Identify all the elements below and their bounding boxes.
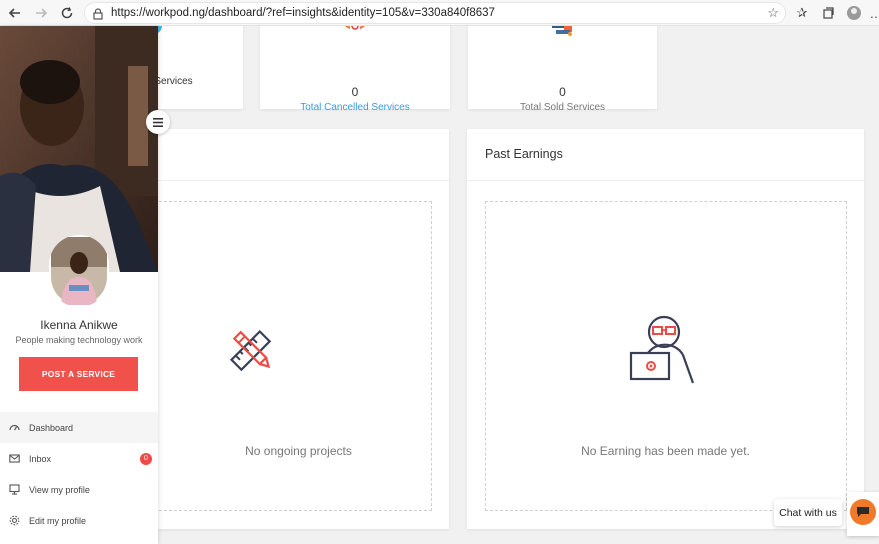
sidebar-item-edit-profile[interactable]: Edit my profile	[0, 505, 158, 536]
stat-card-sold: 0 Total Sold Services	[468, 26, 657, 113]
sidebar-item-dashboard[interactable]: Dashboard	[0, 412, 158, 443]
avatar[interactable]	[49, 235, 109, 307]
panel-title-earnings: Past Earnings	[485, 147, 563, 161]
more-menu-icon[interactable]: …	[866, 3, 879, 23]
stat-card-cancelled: 0 Total Cancelled Services	[260, 26, 450, 113]
user-name: Ikenna Anikwe	[40, 318, 118, 332]
profile-sidebar: Ikenna Anikwe People making technology w…	[0, 26, 170, 544]
chat-with-us-label[interactable]: Chat with us	[774, 499, 842, 526]
reload-icon[interactable]	[57, 3, 77, 23]
chat-launcher-button[interactable]	[847, 492, 879, 536]
stat-label-cancelled: Total Cancelled Services	[300, 102, 410, 113]
cancelled-icon	[345, 26, 365, 33]
dashboard-gauge-icon	[9, 424, 20, 431]
stat-label-sold: Total Sold Services	[519, 102, 606, 113]
forward-arrow-icon[interactable]	[31, 3, 51, 23]
empty-text-ongoing: No ongoing projects	[245, 444, 352, 458]
mail-icon	[9, 454, 20, 463]
user-tagline: People making technology work	[15, 335, 143, 345]
url-text: https://workpod.ng/dashboard/?ref=insigh…	[111, 7, 495, 19]
favorites-icon[interactable]: ✰	[792, 3, 812, 23]
panel-divider	[467, 180, 864, 181]
inbox-count-badge: 0	[140, 452, 152, 465]
monitor-icon	[9, 484, 20, 495]
ruler-pencil-icon	[229, 329, 272, 372]
panel-divider	[148, 180, 449, 181]
person-laptop-icon	[629, 315, 695, 384]
sidebar-item-label: View my profile	[29, 484, 90, 495]
empty-state-box	[154, 201, 432, 511]
stat-value-sold: 0	[559, 85, 566, 99]
collections-icon[interactable]	[818, 3, 838, 23]
profile-icon[interactable]	[844, 3, 864, 23]
lock-icon	[93, 8, 103, 20]
browser-toolbar: https://workpod.ng/dashboard/?ref=insigh…	[0, 0, 879, 26]
sold-icon	[552, 26, 572, 36]
stat-label-active: d Services	[146, 76, 193, 87]
sidebar-item-label: Inbox	[29, 453, 52, 464]
sidebar-toggle-button[interactable]	[146, 110, 170, 134]
post-service-button[interactable]: POST A SERVICE	[19, 357, 138, 391]
sidebar-item-view-profile[interactable]: View my profile	[0, 474, 158, 505]
back-arrow-icon[interactable]	[5, 3, 25, 23]
sidebar-item-label: Edit my profile	[29, 515, 87, 526]
ongoing-projects-panel: No ongoing projects	[148, 129, 449, 529]
hamburger-icon	[153, 117, 163, 127]
gear-icon	[9, 515, 20, 526]
chat-bubble-icon	[857, 507, 869, 517]
sidebar-item-label: Dashboard	[29, 422, 74, 433]
stat-card-active: d Services	[146, 26, 243, 109]
sidebar-item-inbox[interactable]: Inbox 0	[0, 443, 158, 474]
stat-value-cancelled: 0	[351, 85, 359, 99]
empty-text-earnings: No Earning has been made yet.	[581, 444, 750, 458]
address-bar[interactable]: https://workpod.ng/dashboard/?ref=insigh…	[84, 2, 786, 24]
past-earnings-panel: Past Earnings No Earning has been made y…	[467, 129, 864, 529]
favorite-star-icon[interactable]: ☆	[767, 5, 779, 21]
